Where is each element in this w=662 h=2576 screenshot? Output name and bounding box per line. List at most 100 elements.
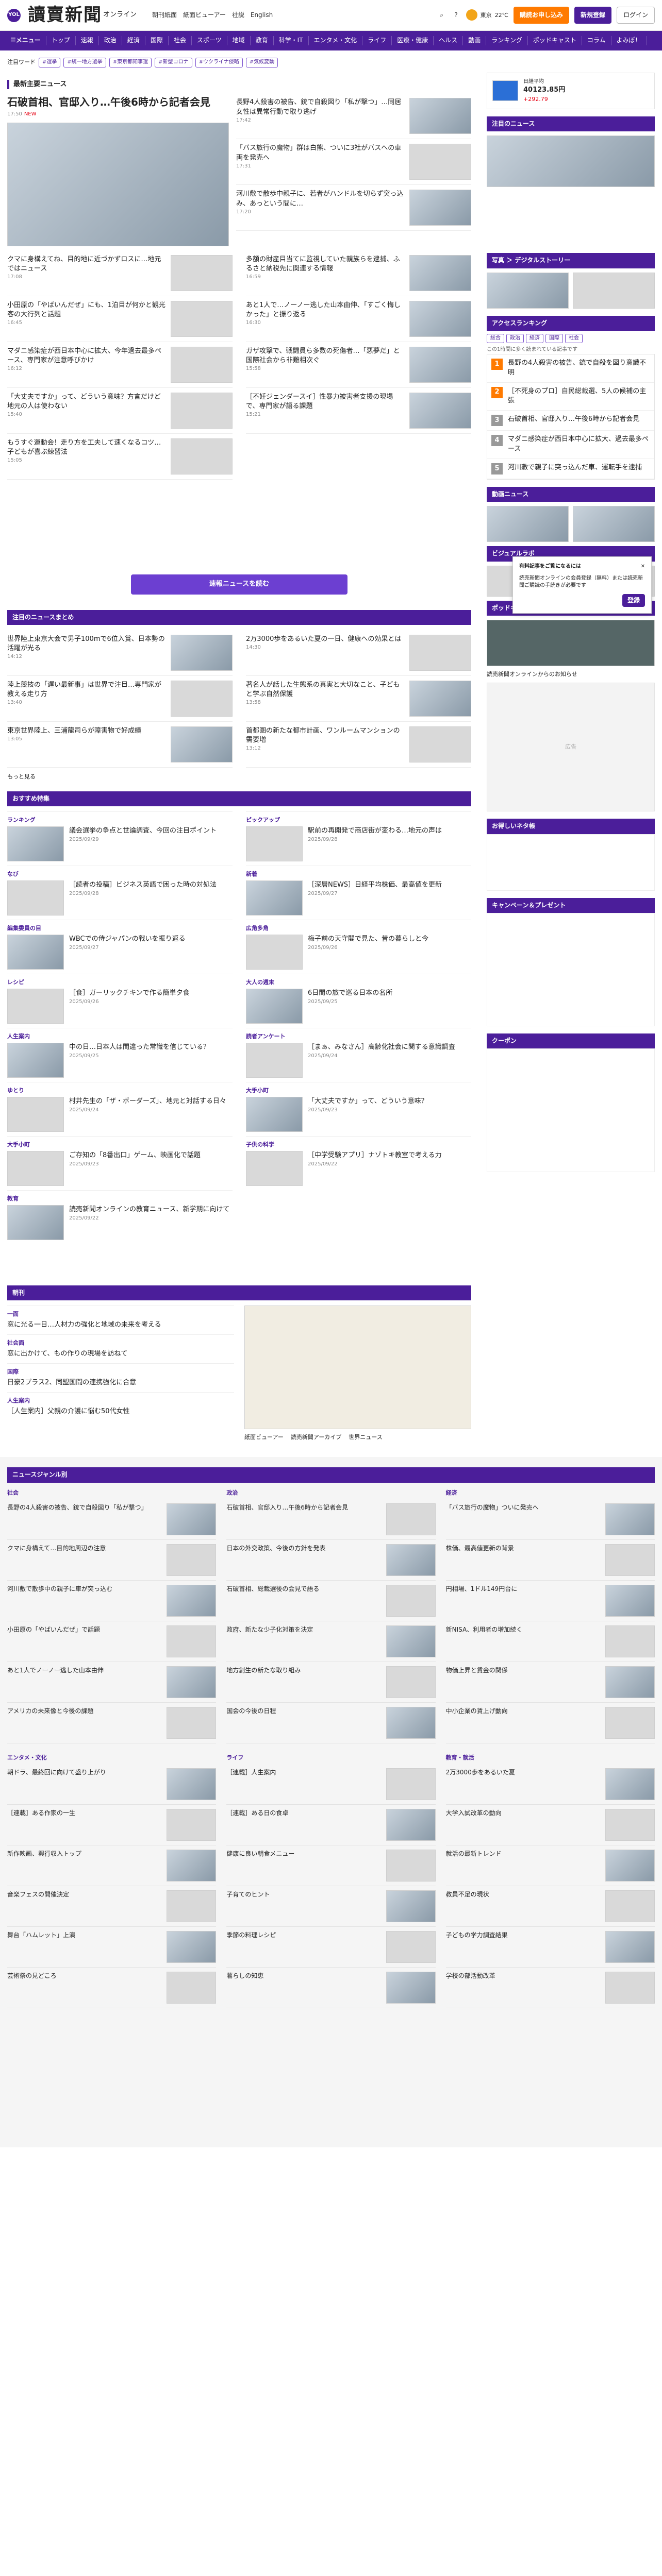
lead-image[interactable] xyxy=(7,122,229,246)
genre-item[interactable]: 政府、新たな少子化対策を決定 xyxy=(226,1621,436,1662)
access-tab[interactable]: 国際 xyxy=(545,333,563,344)
genre-item[interactable]: 芸術祭の見どころ xyxy=(7,1968,217,2008)
genre-item[interactable]: 長野の4人殺害の被告、銃で自殺図り「私が撃つ」 xyxy=(7,1499,217,1540)
genre-item[interactable]: 新作映画、興行収入トップ xyxy=(7,1845,217,1886)
feature-card[interactable]: 大手小町 ご存知の「8番出口」ゲーム、映画化で話題 2025/09/23 xyxy=(7,1136,233,1190)
genre-item[interactable]: 地方創生の新たな取り組み xyxy=(226,1662,436,1703)
genre-item[interactable]: 子どもの学力調査結果 xyxy=(445,1927,655,1968)
feature-card[interactable]: 教育 読売新聞オンラインの教育ニュース、新学期に向けて 2025/09/22 xyxy=(7,1190,233,1244)
list-item[interactable]: 「バス旅行の魔物」群は白熊、ついに3社がバスへの車両を発売へ 17:31 xyxy=(236,139,471,185)
access-tab[interactable]: 社会 xyxy=(565,333,583,344)
feature-card[interactable]: 大手小町 「大丈夫ですか」って、どういう意味？ 2025/09/23 xyxy=(246,1082,471,1136)
nav-item-ranking[interactable]: ランキング xyxy=(486,36,528,45)
campaign-list[interactable] xyxy=(487,912,655,1026)
nav-item-life[interactable]: ライフ xyxy=(362,36,392,45)
nav-item-sports[interactable]: スポーツ xyxy=(192,36,227,45)
list-item[interactable]: 東京世界陸上、三浦龍司らが障害物で好成績 13:05 xyxy=(7,722,233,768)
coupon-list[interactable] xyxy=(487,1048,655,1173)
access-tab[interactable]: 経済 xyxy=(526,333,543,344)
bus-widget[interactable] xyxy=(487,834,655,891)
nav-item-top[interactable]: トップ xyxy=(46,36,76,45)
genre-item[interactable]: アメリカの未来像と今後の課題 xyxy=(7,1703,217,1743)
brand-badge[interactable]: YOL xyxy=(7,8,21,22)
genre-item[interactable]: 大学入試改革の動向 xyxy=(445,1805,655,1845)
register-button[interactable]: 新規登録 xyxy=(574,6,611,24)
paper-link-archive[interactable]: 読売新聞アーカイブ xyxy=(291,1433,341,1442)
subscribe-button[interactable]: 購読お申し込み xyxy=(513,6,569,24)
nav-item-education[interactable]: 教育 xyxy=(251,36,274,45)
feature-card[interactable]: ゆとり 村井先生の「ザ・ボーダーズ」、地元と対話する日々 2025/09/24 xyxy=(7,1082,233,1136)
list-item[interactable]: ガザ攻撃で、戦闘員ら多数の死傷者…「悪夢だ」と国際社会から非難相次ぐ 15:58 xyxy=(246,342,471,388)
genre-title[interactable]: 政治 xyxy=(226,1489,435,1497)
market-widget[interactable]: 日経平均 40123.85円 +292.79 xyxy=(487,72,655,109)
genre-item[interactable]: 小田原の「やばいんだぜ」で話題 xyxy=(7,1621,217,1662)
feature-card[interactable]: 人生案内 中の日…日本人は間違った常識を信じている？ 2025/09/25 xyxy=(7,1028,233,1082)
rank-item[interactable]: 2 ［不死身のプロ］自民総裁選、5人の候補の主張 xyxy=(487,383,654,411)
genre-item[interactable]: 朝ドラ、最終回に向けて盛り上がり xyxy=(7,1764,217,1805)
genre-item[interactable]: 石破首相、官邸入り…午後6時から記者会見 xyxy=(226,1499,436,1540)
genre-item[interactable]: 音楽フェスの開催決定 xyxy=(7,1886,217,1927)
nav-item-breaking[interactable]: 速報 xyxy=(76,36,99,45)
top-link-paper[interactable]: 朝刊紙面 xyxy=(152,11,177,20)
genre-item[interactable]: 物価上昇と賃金の関係 xyxy=(445,1662,655,1703)
latest-label[interactable]: 読売新聞オンラインからのお知らせ xyxy=(487,670,655,679)
genre-item[interactable]: 国会の今後の日程 xyxy=(226,1703,436,1743)
nav-item-local[interactable]: 地域 xyxy=(227,36,251,45)
video-thumb[interactable] xyxy=(573,506,655,543)
feature-card[interactable]: 広角多角 梅子前の天守閣で見た、昔の暮らしと今 2025/09/26 xyxy=(246,920,471,974)
paper-item[interactable]: 国際 日豪2プラス2、同盟国間の連携強化に合意 xyxy=(7,1363,234,1392)
feature-card[interactable]: 大人の週末 6日間の旅で巡る日本の名所 2025/09/25 xyxy=(246,974,471,1028)
genre-item[interactable]: あと1人でノーノー逃した山本由伸 xyxy=(7,1662,217,1703)
list-item[interactable]: 河川敷で散歩中親子に、若者がハンドルを切らず突っ込み、あっという間に… 17:20 xyxy=(236,185,471,231)
nav-item-yomipo[interactable]: よみぽ！ xyxy=(611,36,647,45)
list-item[interactable]: あと1人で…ノーノー逃した山本由伸、「すごく悔しかった」と振り返る 16:30 xyxy=(246,296,471,342)
feature-card[interactable]: 子供の科学 ［中学受験アプリ］ナゾトキ教室で考える力 2025/09/22 xyxy=(246,1136,471,1190)
paper-link-world[interactable]: 世界ニュース xyxy=(349,1433,382,1442)
trend-tag[interactable]: #新型コロナ xyxy=(155,58,192,67)
trend-tag[interactable]: #統一地方選挙 xyxy=(63,58,106,67)
photo-thumb[interactable] xyxy=(487,272,569,309)
top-link-english[interactable]: English xyxy=(251,11,273,20)
nav-item-medical[interactable]: 医療・健康 xyxy=(392,36,434,45)
paper-item[interactable]: 社会面 窓に出かけて、もの作りの現場を訪ねて xyxy=(7,1334,234,1363)
access-tab[interactable]: 総合 xyxy=(487,333,504,344)
side-feature-image[interactable] xyxy=(487,135,655,188)
feature-card[interactable]: 読者アンケート ［まぁ、みなさん］高齢化社会に関する意識調査 2025/09/24 xyxy=(246,1028,471,1082)
genre-item[interactable]: 日本の外交政策、今後の方針を発表 xyxy=(226,1540,436,1581)
lead-title[interactable]: 石破首相、官邸入り…午後6時から記者会見 xyxy=(7,95,229,109)
list-item[interactable]: 世界陸上東京大会で男子100mで6位入賞、日本勢の活躍が光る 14:12 xyxy=(7,630,233,676)
weather-widget[interactable]: 東京 22℃ xyxy=(466,9,508,21)
genre-item[interactable]: 健康に良い朝食メニュー xyxy=(226,1845,436,1886)
feature-card[interactable]: レシピ ［食］ガーリックチキンで作る簡単夕食 2025/09/26 xyxy=(7,974,233,1028)
feature-card[interactable]: なび ［読者の投稿］ビジネス英語で困った時の対処法 2025/09/28 xyxy=(7,866,233,920)
nav-item-politics[interactable]: 政治 xyxy=(99,36,122,45)
genre-item[interactable]: 子育てのヒント xyxy=(226,1886,436,1927)
genre-item[interactable]: 石破首相、総裁選後の会見で語る xyxy=(226,1581,436,1621)
genre-item[interactable]: 舞台「ハムレット」上演 xyxy=(7,1927,217,1968)
close-icon[interactable]: ✕ xyxy=(641,563,645,571)
nav-item-health[interactable]: ヘルス xyxy=(434,36,464,45)
feature-card[interactable]: 編集委員の目 WBCでの侍ジャパンの戦いを振り返る 2025/09/27 xyxy=(7,920,233,974)
video-thumb[interactable] xyxy=(487,506,569,543)
lead-story[interactable]: 石破首相、官邸入り…午後6時から記者会見 17:50 NEW 長野4人殺害の被告、… xyxy=(7,93,471,246)
feature-card[interactable]: ピックアップ 駅前の再開発で商店街が変わる…地元の声は 2025/09/28 xyxy=(246,811,471,866)
list-item[interactable]: マダニ感染症が西日本中心に拡大、今年過去最多ペース、専門家が注意呼びかけ 16:1… xyxy=(7,342,233,388)
list-item[interactable]: 長野4人殺害の被告、銃で自殺図り「私が撃つ」…同居女性は異常行動で取り逃げ 17:… xyxy=(236,93,471,140)
paper-item[interactable]: 人生案内 ［人生案内］父親の介護に悩む50代女性 xyxy=(7,1392,234,1421)
top-link-viewer[interactable]: 紙面ビューアー xyxy=(183,11,226,20)
list-item[interactable]: もうすぐ運動会！走り方を工夫して速くなるコツ…子どもが喜ぶ練習法 15:05 xyxy=(7,434,233,480)
nav-item-society[interactable]: 社会 xyxy=(169,36,192,45)
paper-link-viewer[interactable]: 紙面ビューアー xyxy=(244,1433,284,1442)
genre-item[interactable]: 新NISA、利用者の増加続く xyxy=(445,1621,655,1662)
genre-title[interactable]: エンタメ・文化 xyxy=(7,1754,216,1762)
help-icon[interactable]: ? xyxy=(452,10,461,20)
genre-title[interactable]: ライフ xyxy=(226,1754,435,1762)
genre-item[interactable]: クマに身構えて…目的地周辺の注意 xyxy=(7,1540,217,1581)
access-tab[interactable]: 政治 xyxy=(506,333,524,344)
genre-item[interactable]: 学校の部活動改革 xyxy=(445,1968,655,2008)
genre-title[interactable]: 経済 xyxy=(446,1489,655,1497)
top-link-editorial[interactable]: 社説 xyxy=(232,11,244,20)
genre-item[interactable]: 2万3000歩をあるいた夏 xyxy=(445,1764,655,1805)
nav-item-menu[interactable]: ☰メニュー xyxy=(5,36,46,45)
genre-item[interactable]: 就活の最新トレンド xyxy=(445,1845,655,1886)
